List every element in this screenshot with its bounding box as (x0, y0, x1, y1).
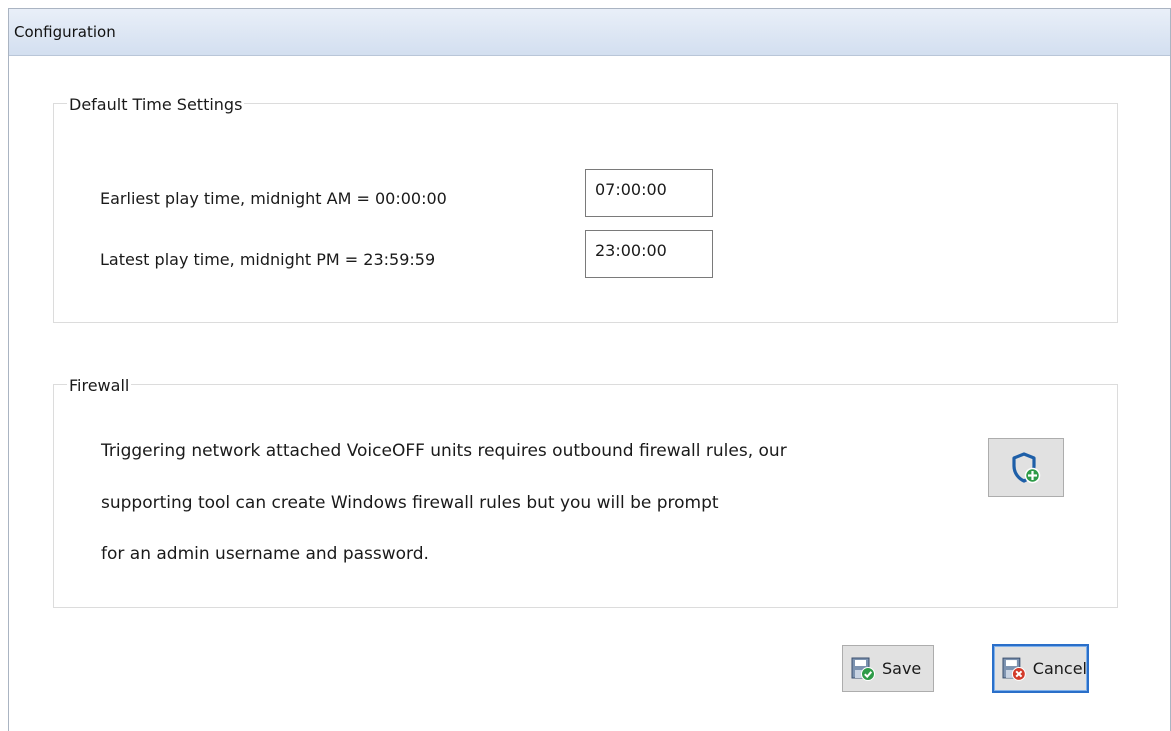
configuration-window: Configuration Default Time Settings Earl… (8, 8, 1171, 731)
save-cancel-icon (1002, 657, 1026, 681)
firewall-description-line-3: for an admin username and password. (101, 544, 429, 564)
save-check-icon (851, 657, 875, 681)
cancel-button[interactable]: Cancel (992, 644, 1089, 693)
latest-play-time-input[interactable] (585, 230, 713, 278)
title-bar[interactable]: Configuration (9, 9, 1170, 56)
cancel-button-label: Cancel (1032, 659, 1087, 678)
firewall-description-line-2: supporting tool can create Windows firew… (101, 493, 719, 513)
earliest-play-time-label: Earliest play time, midnight AM = 00:00:… (100, 189, 447, 208)
shield-plus-icon (1012, 451, 1041, 483)
window-title: Configuration (14, 23, 116, 41)
save-button[interactable]: Save (842, 645, 934, 692)
add-firewall-rule-button[interactable] (988, 438, 1064, 497)
firewall-group-title: Firewall (67, 376, 132, 395)
time-settings-group-title: Default Time Settings (67, 95, 245, 114)
latest-play-time-label: Latest play time, midnight PM = 23:59:59 (100, 250, 436, 269)
earliest-play-time-input[interactable] (585, 169, 713, 217)
firewall-description-line-1: Triggering network attached VoiceOFF uni… (101, 441, 787, 461)
save-button-label: Save (882, 659, 922, 678)
